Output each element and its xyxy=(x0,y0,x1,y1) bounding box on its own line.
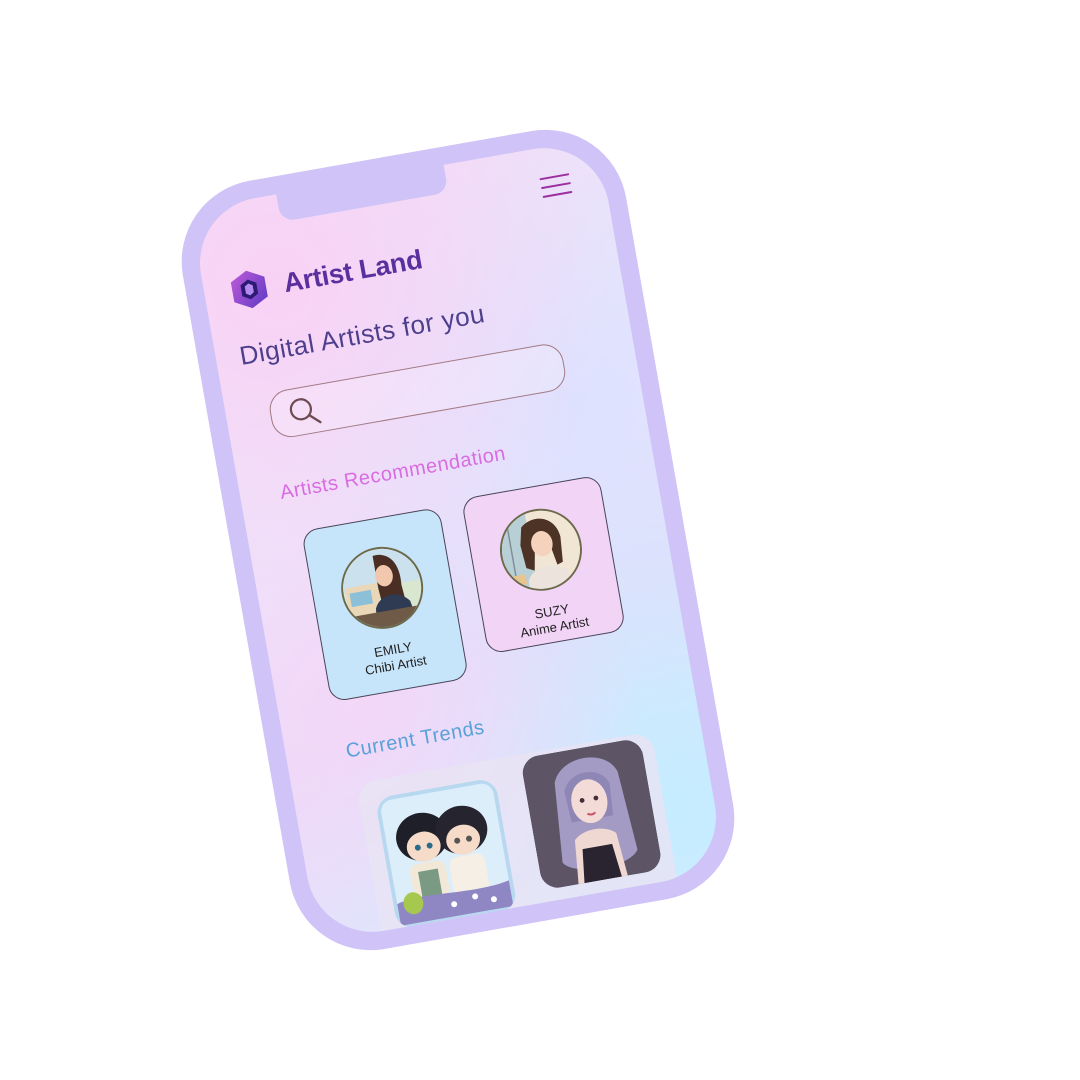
trends-gallery xyxy=(355,731,680,943)
menu-line xyxy=(542,190,573,199)
search-icon xyxy=(289,398,322,424)
section-title-trends: Current Trends xyxy=(344,716,487,763)
phone-device: Artist Land Digital Artists for you Arti… xyxy=(168,116,748,964)
avatar-illustration xyxy=(336,542,428,634)
avatar xyxy=(334,540,430,636)
trend-artwork-portrait[interactable] xyxy=(519,737,664,891)
canvas: Artist Land Digital Artists for you Arti… xyxy=(0,0,1080,1080)
avatar-illustration xyxy=(495,504,587,595)
artist-card-suzy[interactable]: SUZY Anime Artist xyxy=(460,474,627,655)
artist-info: EMILY Chibi Artist xyxy=(324,630,465,685)
brand-header[interactable]: Artist Land xyxy=(225,238,426,313)
app-name: Artist Land xyxy=(281,243,425,298)
trend-artwork-chibi[interactable] xyxy=(374,777,519,931)
artist-card-emily[interactable]: EMILY Chibi Artist xyxy=(301,506,470,703)
trend-artwork-image xyxy=(519,737,664,891)
menu-line xyxy=(541,182,571,190)
phone-notch xyxy=(276,164,449,222)
trend-artwork-image xyxy=(374,777,519,931)
menu-line xyxy=(539,173,570,181)
phone-screen: Artist Land Digital Artists for you Arti… xyxy=(189,137,727,943)
hamburger-menu-icon[interactable] xyxy=(539,173,573,202)
artist-land-logo xyxy=(230,270,268,309)
artist-info: SUZY Anime Artist xyxy=(483,592,624,647)
avatar xyxy=(493,502,589,598)
section-title-recommendation: Artists Recommendation xyxy=(278,442,508,505)
